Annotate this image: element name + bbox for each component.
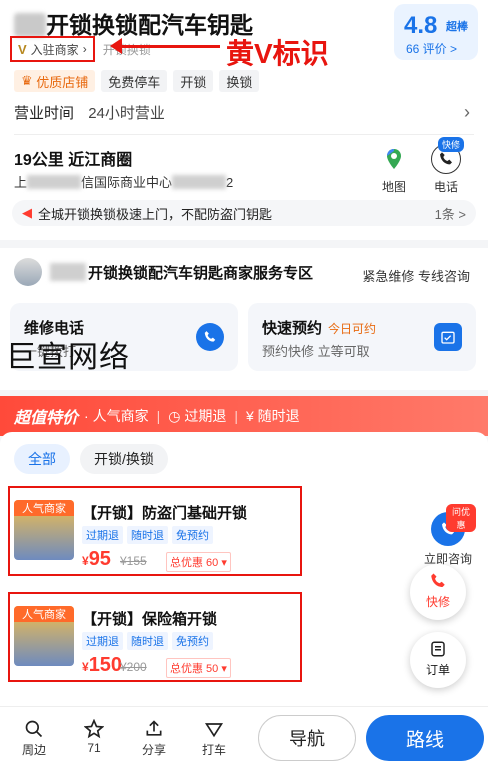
divider xyxy=(14,134,474,135)
phone-icon: 快修 xyxy=(431,137,464,174)
rating-card[interactable]: 4.8 超棒 66 评价 > xyxy=(394,4,478,60)
rating-score: 4.8 xyxy=(404,12,438,39)
phone-icon xyxy=(196,323,224,351)
tag-premium[interactable]: ♛ 优质店铺 xyxy=(14,70,96,92)
order-float[interactable]: 订单 xyxy=(410,632,466,688)
deal-filters: 全部 开锁/换锁 xyxy=(14,444,168,474)
deal-thumbnail: 人气商家 xyxy=(14,500,74,560)
tag-lock-change[interactable]: 换锁 xyxy=(219,70,260,92)
watermark: 巨宣网络 xyxy=(6,341,130,374)
deals-header: 超值特价 · 人气商家 | ◷ 过期退 | ¥ 随时退 xyxy=(0,396,488,436)
deal-chips: 过期退 随时退 免预约 xyxy=(82,632,213,650)
booking-today: 今日可约 xyxy=(328,322,377,336)
phone-button[interactable]: 快修 电话 xyxy=(426,137,466,195)
filter-all[interactable]: 全部 xyxy=(14,444,70,474)
shop-tags: ♛ 优质店铺 免费停车 开锁 换锁 xyxy=(14,70,260,92)
deal-price: ¥150 xyxy=(82,654,123,676)
merchant-badge[interactable]: V 入驻商家 › xyxy=(10,36,95,62)
deal-original-price: ¥200 xyxy=(120,660,147,674)
address[interactable]: 上信国际商业中心 2 xyxy=(14,172,233,191)
quick-booking-card[interactable]: 快速预约 今日可约 预约快修 立等可取 xyxy=(248,303,476,371)
annotation-arrow xyxy=(110,38,220,54)
avatar xyxy=(14,258,42,286)
taxi-icon xyxy=(194,717,234,741)
shop-title-text: 开锁换锁配汽车钥匙 xyxy=(46,12,253,38)
deal-item[interactable]: 人气商家 【开锁】保险箱开锁 过期退 随时退 免预约 ¥150 ¥200 总优惠… xyxy=(8,592,302,682)
announcement-bar[interactable]: ◀ 全城开锁换锁极速上门，不配防盗门钥匙 1条 > xyxy=(12,200,476,226)
blurred-text xyxy=(14,13,46,37)
merchant-row: V 入驻商家 › 开锁换锁 xyxy=(10,36,151,62)
business-hours[interactable]: 营业时间 24小时营业 › xyxy=(14,102,474,124)
quick-repair-badge: 快修 xyxy=(437,137,464,152)
megaphone-icon: ◀ xyxy=(22,205,32,220)
tag-unlock[interactable]: 开锁 xyxy=(173,70,214,92)
blurred-text xyxy=(27,175,82,189)
rating-badge: 超棒 xyxy=(446,21,468,33)
bottom-bar: 周边 71 分享 打车 导航 路线 xyxy=(0,706,488,771)
phone-icon xyxy=(410,572,466,593)
blurred-text xyxy=(172,175,227,189)
order-icon xyxy=(410,640,466,661)
announcement-count: 1条 > xyxy=(434,206,466,222)
zone-subtitle: 紧急维修 专线咨询 xyxy=(362,269,470,284)
deal-discount[interactable]: 总优惠 50 ▾ xyxy=(166,658,231,678)
merchant-label: 入驻商家 xyxy=(30,42,79,57)
announcement-text: 全城开锁换锁极速上门，不配防盗门钥匙 xyxy=(38,206,273,222)
search-icon xyxy=(14,717,54,741)
annotation-text: 黄V标识 xyxy=(226,38,329,69)
hours-value: 24小时营业 xyxy=(88,105,165,122)
blurred-text xyxy=(50,263,86,281)
booking-title: 快速预约 今日可约 xyxy=(262,320,377,337)
crown-icon: ♛ xyxy=(21,73,33,88)
tab-nearby[interactable]: 周边 xyxy=(14,717,54,758)
tag-parking[interactable]: 免费停车 xyxy=(101,70,168,92)
calendar-icon xyxy=(434,323,462,351)
quick-repair-float[interactable]: 快修 xyxy=(410,564,466,620)
deal-name: 【开锁】保险箱开锁 xyxy=(82,611,218,628)
yen-icon: ¥ xyxy=(245,408,258,424)
shop-header-card: 开锁换锁配汽车钥匙 4.8 超棒 66 评价 > V 入驻商家 › 开锁换锁 黄… xyxy=(0,0,488,240)
chevron-right-icon: › xyxy=(82,42,87,56)
consult-button[interactable]: 问优惠 立即咨询 xyxy=(420,504,476,567)
booking-desc: 预约快修 立等可取 xyxy=(262,344,370,359)
deal-price: ¥95 xyxy=(82,548,111,570)
distance-area: 19公里 近江商圈 xyxy=(14,152,133,169)
shop-title: 开锁换锁配汽车钥匙 xyxy=(14,6,253,40)
deal-name: 【开锁】防盗门基础开锁 xyxy=(82,505,248,522)
ask-discount-badge: 问优惠 xyxy=(446,504,476,532)
route-button[interactable]: 路线 xyxy=(366,715,484,761)
tab-taxi[interactable]: 打车 xyxy=(194,717,234,758)
deal-thumbnail: 人气商家 xyxy=(14,606,74,666)
map-button[interactable]: 地图 xyxy=(374,144,414,195)
deal-discount[interactable]: 总优惠 60 ▾ xyxy=(166,552,231,572)
zone-title: 开锁换锁配汽车钥匙商家服务专区 xyxy=(14,258,313,286)
clock-icon: ◷ xyxy=(168,407,185,424)
review-count[interactable]: 66 评价 > xyxy=(406,40,457,57)
tab-share[interactable]: 分享 xyxy=(134,717,174,758)
chevron-right-icon: › xyxy=(464,102,470,122)
filter-lock[interactable]: 开锁/换锁 xyxy=(80,444,168,474)
deals-title: 超值特价 xyxy=(14,410,79,427)
star-icon xyxy=(74,717,114,741)
share-icon xyxy=(134,717,174,741)
yellow-v-icon: V xyxy=(18,41,27,57)
deal-item[interactable]: 人气商家 【开锁】防盗门基础开锁 过期退 随时退 免预约 ¥95 ¥155 总优… xyxy=(8,486,302,576)
deal-original-price: ¥155 xyxy=(120,554,147,568)
hours-label: 营业时间 xyxy=(14,105,75,122)
tab-favorite[interactable]: 71 xyxy=(74,717,114,755)
map-pin-icon xyxy=(379,144,409,174)
navigate-button[interactable]: 导航 xyxy=(258,715,356,761)
deal-chips: 过期退 随时退 免预约 xyxy=(82,526,213,544)
